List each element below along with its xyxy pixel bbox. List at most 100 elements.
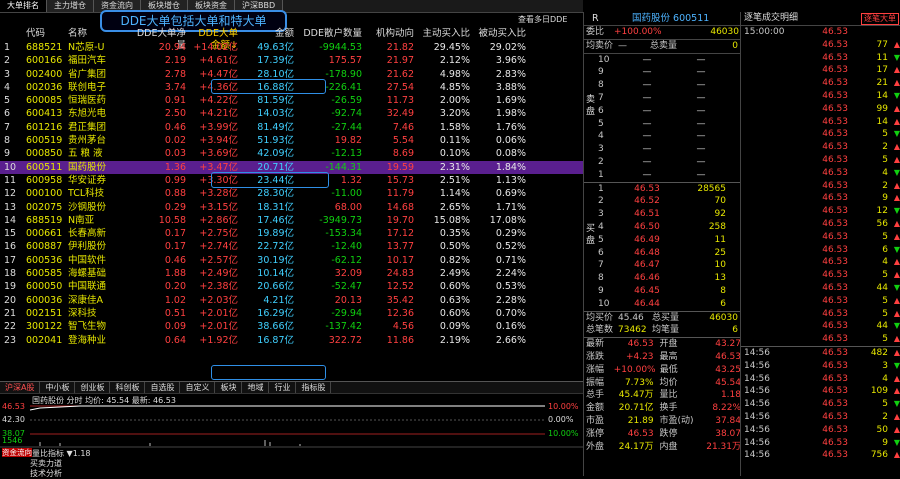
stat-label: 最新 (586, 339, 605, 350)
big-order-button[interactable]: 逐笔大单 (861, 13, 899, 25)
col-code[interactable]: 代码 (26, 28, 68, 40)
col-dde-net[interactable]: DDE大单净量 (128, 28, 190, 51)
table-cell: 贵州茅台 (68, 135, 107, 147)
tab-dadan-paiming[interactable]: 大单排名 (0, 0, 47, 12)
tick-row: 46.53 2 ▲ (741, 180, 900, 193)
table-cell: 4 (4, 81, 11, 93)
table-cell: 002400 (26, 68, 63, 80)
tab-zhuli-zengcang[interactable]: 主力增仓 (47, 0, 94, 12)
tick-price: 46.53 (822, 386, 848, 397)
table-cell: 16 (4, 241, 17, 253)
col-retail[interactable]: DDE散户数量 (298, 28, 366, 40)
tick-price: 46.53 (822, 270, 848, 281)
market-tab[interactable]: 自选股 (145, 382, 181, 393)
stat-row: 涨停 46.53 跌停 38.07 (584, 428, 741, 441)
mini-indicator-3[interactable]: 技术分析 (30, 468, 62, 479)
table-row[interactable]: 14 688519 N南亚 10.58 +2.86亿 17.46亿 -3949.73 19.7… (0, 214, 583, 227)
table-row[interactable]: 9 000850 五 粮 液 0.03 +3.69亿 42.09亿 -12.13 8.69 0.… (0, 147, 583, 160)
market-tab[interactable]: 地域 (242, 382, 270, 393)
table-cell: 0.70% (495, 307, 526, 319)
level-num: 1 (598, 183, 604, 194)
market-tab[interactable]: 指标股 (296, 382, 332, 393)
tick-price: 46.53 (822, 78, 848, 89)
tick-volume: 50 (876, 424, 888, 435)
tick-volume: 11 (876, 52, 888, 63)
table-row[interactable]: 2 600166 福田汽车 2.19 +4.61亿 17.39亿 175.57 21.97 2.… (0, 54, 583, 67)
table-row[interactable]: 7 601216 君正集团 0.46 +3.99亿 81.49亿 -27.44 7.46 1.5… (0, 121, 583, 134)
stat-value: 7.73% (624, 377, 654, 388)
table-row[interactable]: 18 600585 海螺基础 1.88 +2.49亿 10.14亿 32.09 24.83 2.… (0, 267, 583, 280)
table-cell: 1.58% (439, 121, 470, 133)
view-multiday-dde-button[interactable]: 查看多日DDE (518, 14, 567, 25)
table-cell: 1.13% (495, 174, 526, 186)
up-arrow-icon: ▲ (893, 142, 900, 152)
table-cell: 1.98% (495, 108, 526, 120)
stat-value: 21.89 (627, 415, 654, 426)
quote-title: 国药股份 600511 (632, 13, 710, 24)
table-row[interactable]: 23 002041 登海种业 0.64 +1.92亿 16.87亿 322.72 11.86 2… (0, 334, 583, 347)
table-row[interactable]: 16 600887 伊利股份 0.17 +2.74亿 22.72亿 -12.40 13.77 0… (0, 240, 583, 253)
market-tab[interactable]: 沪深A股 (0, 382, 41, 393)
table-row[interactable]: 17 600536 中国软件 0.46 +2.57亿 30.19亿 -62.12 10.17 0… (0, 254, 583, 267)
table-row[interactable]: 22 300122 智飞生物 0.09 +2.01亿 38.66亿 -137.42 4.56 0… (0, 320, 583, 333)
tick-time: 14:56 (744, 386, 770, 397)
market-tab[interactable]: 自定义 (180, 382, 216, 393)
level-num: 3 (598, 209, 604, 220)
table-row[interactable]: 21 002151 深科技 0.51 +2.01亿 16.29亿 -29.94 12.36 0.… (0, 307, 583, 320)
mini-tab-zijin[interactable]: 资金流向 (2, 448, 32, 457)
tick-volume: 2 (882, 411, 888, 422)
market-tab[interactable]: 科创板 (110, 382, 146, 393)
col-passive-buy[interactable]: 被动买入比 (474, 28, 530, 40)
tick-time: 14:56 (744, 347, 770, 358)
table-cell: 24.83 (386, 268, 414, 280)
market-tab[interactable]: 行业 (269, 382, 297, 393)
table-cell: 2.65% (439, 201, 470, 213)
tick-volume: 3 (882, 360, 888, 371)
market-tab[interactable]: 板块 (215, 382, 243, 393)
table-row[interactable]: 5 600085 恒瑞医药 0.91 +4.22亿 81.59亿 -26.59 11.73 2.… (0, 94, 583, 107)
table-cell: 2.49% (439, 268, 470, 280)
table-cell: 13 (4, 201, 17, 213)
table-cell: +2.03亿 (199, 294, 238, 306)
buy-levels: 1 46.53 28565 2 46.52 70 3 46.51 92 4 46.50 258 5 46.… (584, 181, 741, 311)
col-institution[interactable]: 机构动向 (366, 28, 418, 40)
table-cell: 600536 (26, 254, 63, 266)
col-active-buy[interactable]: 主动买入比 (418, 28, 474, 40)
table-row[interactable]: 1 688521 N芯原-U 20.94 +14.02亿 49.63亿 -9944.53 21… (0, 41, 583, 54)
table-cell: +2.86亿 (199, 214, 238, 226)
table-row[interactable]: 8 600519 贵州茅台 0.02 +3.94亿 51.93亿 19.82 5.54 0.11… (0, 134, 583, 147)
table-header: 代码 名称 DDE大单净量 DDE大单金额↓ 金额 DDE散户数量 机构动向 主… (0, 28, 583, 51)
tick-price: 46.53 (822, 244, 848, 255)
level-num: 2 (598, 156, 604, 167)
tick-price: 46.53 (822, 90, 848, 101)
table-cell: 0.20 (164, 281, 186, 293)
table-cell: 4.98% (439, 68, 470, 80)
col-dde-amount[interactable]: DDE大单金额↓ (190, 28, 242, 51)
table-cell: 002036 (26, 81, 63, 93)
down-arrow-icon: ▼ (893, 244, 900, 254)
table-cell: 32.49 (386, 108, 414, 120)
weibi-row: 委比 +100.00% 46030 (584, 26, 741, 40)
table-cell: 五 粮 液 (68, 148, 103, 160)
table-row[interactable]: 15 000661 长春高新 0.17 +2.75亿 19.89亿 -153.34 17.12… (0, 227, 583, 240)
table-cell: 0.17 (164, 241, 186, 253)
table-cell: 2.83% (495, 68, 526, 80)
table-row[interactable]: 19 600050 中国联通 0.20 +2.38亿 20.66亿 -52.47 12.52 0… (0, 280, 583, 293)
table-row[interactable]: 13 002075 沙钢股份 0.29 +3.15亿 18.31亿 68.00 14.68 2.… (0, 201, 583, 214)
table-row[interactable]: 6 600413 东旭光电 2.50 +4.21亿 14.03亿 -92.74 32.49 3.… (0, 107, 583, 120)
col-name[interactable]: 名称 (68, 28, 128, 40)
stat-value: 46.53 (715, 351, 741, 362)
table-cell: 1.36 (164, 161, 186, 173)
stat-label: 最高 (659, 351, 678, 362)
table-row[interactable]: 12 000100 TCL科技 0.88 +3.28亿 28.30亿 -11.00 11.79… (0, 187, 583, 200)
market-tab[interactable]: 创业板 (75, 382, 111, 393)
tick-time (741, 52, 796, 65)
tick-time (741, 320, 796, 333)
tick-price: 46.53 (822, 437, 848, 448)
col-amount[interactable]: 金额 (242, 28, 298, 40)
level-num: 3 (598, 144, 604, 155)
table-cell: 0.02 (164, 135, 186, 147)
table-row[interactable]: 20 600036 深康佳A 1.02 +2.03亿 4.21亿 20.13 35.42 0.6… (0, 294, 583, 307)
table-cell: 10.14亿 (257, 268, 294, 280)
market-tab[interactable]: 中小板 (40, 382, 76, 393)
